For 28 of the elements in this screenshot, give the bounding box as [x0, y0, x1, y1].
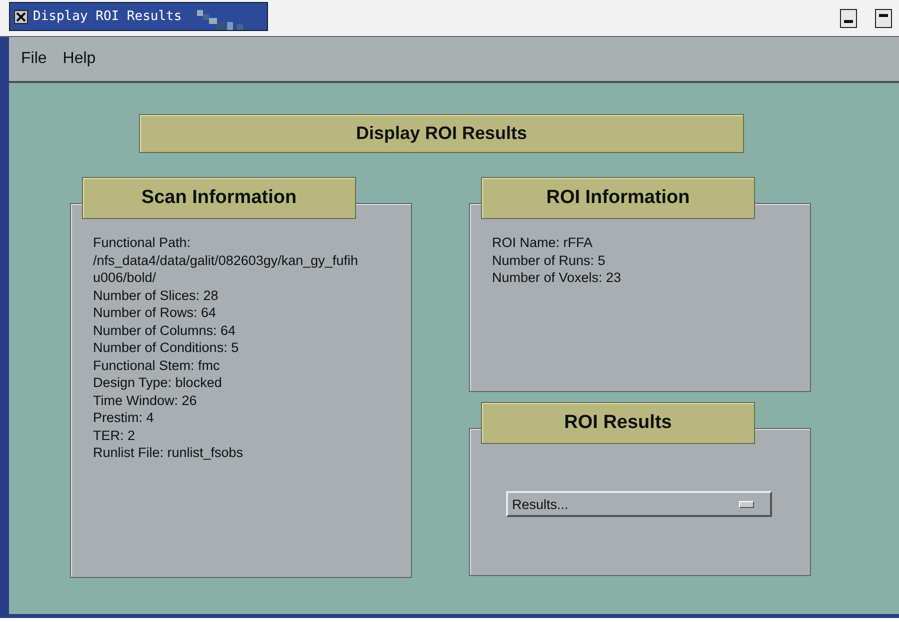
info-line: /nfs_data4/data/galit/082603gy/kan_gy_fufih	[93, 252, 359, 269]
info-line: Number of Voxels: 23	[492, 269, 622, 286]
info-line: Number of Runs: 5	[492, 252, 606, 269]
menu-item[interactable]: File	[21, 50, 47, 68]
panel-heading: Scan Information	[82, 177, 356, 219]
info-line: Runlist File: runlist_fsobs	[93, 444, 244, 462]
info-line: Prestim: 4	[93, 409, 155, 426]
info-line: u006/bold/	[93, 269, 158, 286]
banner-title: Display ROI Results	[139, 114, 744, 153]
window-title: Display ROI Results	[33, 9, 182, 24]
info-line: Functional Stem: fmc	[93, 356, 221, 374]
info-line: Time Window: 26	[93, 392, 198, 409]
menu-item[interactable]: Help	[62, 50, 96, 68]
info-line: Number of Conditions: 5	[93, 339, 240, 356]
info-line: Number of Columns: 64	[93, 322, 237, 339]
info-line: Design Type: blocked	[93, 374, 223, 392]
info-line: ROI Name: rFFA	[492, 234, 594, 252]
panel-heading: ROI Results	[481, 402, 755, 444]
results-dropdown[interactable]: Results...	[506, 491, 772, 517]
minimize-button[interactable]	[840, 8, 857, 28]
info-line: Number of Slices: 28	[93, 286, 220, 304]
info-line: Functional Path:	[93, 234, 192, 252]
panel-heading: ROI Information	[481, 177, 755, 219]
info-line: TER: 2	[93, 426, 136, 444]
maximize-button[interactable]	[875, 8, 892, 28]
info-line: Number of Rows: 64	[93, 304, 218, 322]
option-menu-icon	[739, 500, 754, 508]
close-icon[interactable]	[14, 10, 28, 24]
